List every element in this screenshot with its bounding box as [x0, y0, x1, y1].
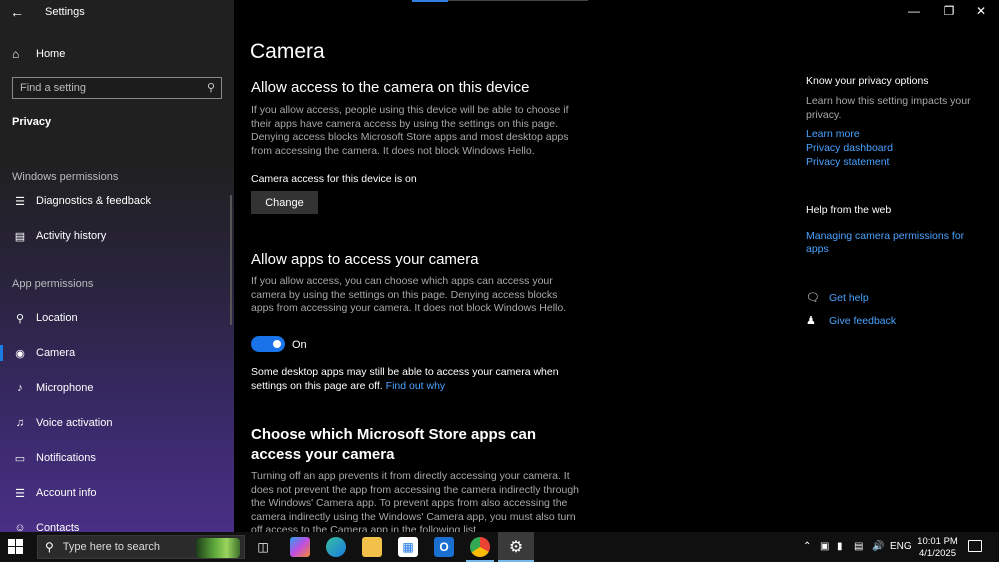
- privacy-options-text: Learn how this setting impacts your priv…: [806, 95, 971, 121]
- activity-icon: ▤: [14, 230, 26, 243]
- sidebar-item-voice-activation[interactable]: ♫ Voice activation: [0, 412, 234, 434]
- desktop-apps-note: Some desktop apps may still be able to a…: [251, 366, 581, 393]
- notifications-icon: ▭: [14, 452, 26, 465]
- sidebar-item-label: Camera: [36, 347, 76, 359]
- sidebar-item-label: Account info: [36, 487, 97, 499]
- change-button[interactable]: Change: [251, 191, 318, 214]
- sidebar-item-label: Notifications: [36, 452, 96, 464]
- apps-access-heading: Allow apps to access your camera: [251, 251, 479, 268]
- privacy-statement-link[interactable]: Privacy statement: [806, 155, 986, 169]
- contacts-icon: ☺: [14, 522, 26, 532]
- give-feedback-label: Give feedback: [829, 314, 897, 327]
- main-content: — ❐ ✕ Camera Allow access to the camera …: [234, 0, 999, 532]
- clock[interactable]: 10:01 PM 4/1/2025: [910, 536, 965, 560]
- feedback-icon: ♟: [806, 315, 816, 327]
- sidebar-item-label: Contacts: [36, 522, 80, 532]
- sidebar-item-label: Voice activation: [36, 417, 113, 429]
- sidebar-item-account-info[interactable]: ☰ Account info: [0, 482, 234, 504]
- learn-more-link[interactable]: Learn more: [806, 127, 986, 141]
- network-icon[interactable]: ▤: [854, 541, 863, 552]
- find-out-why-link[interactable]: Find out why: [386, 380, 446, 392]
- task-view-icon[interactable]: ◫: [253, 537, 273, 557]
- copilot-icon[interactable]: [290, 537, 310, 557]
- restore-icon[interactable]: ❐: [939, 4, 959, 18]
- top-progress-indicator: [412, 0, 448, 2]
- sidebar-scrollbar[interactable]: [230, 195, 232, 325]
- settings-search-input[interactable]: [13, 78, 199, 98]
- notification-center-icon[interactable]: [968, 540, 982, 552]
- home-label: Home: [36, 48, 66, 60]
- windows-permissions-label: Windows permissions: [12, 171, 119, 183]
- help-panel: Help from the web Managing camera permis…: [806, 204, 986, 256]
- camera-permissions-help-link[interactable]: Managing camera permissions for apps: [806, 230, 986, 256]
- taskbar: ⚲ Type here to search ◫ ▦ O ⚙ ⌃ ▣ ▮ ▤ 🔊 …: [0, 532, 999, 562]
- store-apps-description: Turning off an app prevents it from dire…: [251, 470, 580, 532]
- settings-gear-icon[interactable]: ⚙: [506, 537, 526, 557]
- volume-icon[interactable]: 🔊: [872, 541, 884, 552]
- privacy-dashboard-link[interactable]: Privacy dashboard: [806, 141, 986, 155]
- home-nav-item[interactable]: ⌂ Home: [12, 46, 65, 62]
- outlook-icon[interactable]: O: [434, 537, 454, 557]
- get-help-link[interactable]: 🗨 Get help: [806, 291, 869, 305]
- sidebar-item-label: Microphone: [36, 382, 94, 394]
- app-title: Settings: [45, 6, 85, 18]
- taskbar-search-box[interactable]: ⚲ Type here to search: [37, 535, 245, 559]
- sidebar-item-label: Diagnostics & feedback: [36, 195, 151, 207]
- device-access-status: Camera access for this device is on: [251, 173, 417, 185]
- settings-search-box[interactable]: ⚲: [12, 77, 222, 99]
- titlebar-left: ← Settings: [0, 0, 234, 26]
- microsoft-store-icon[interactable]: ▦: [398, 537, 418, 557]
- microphone-icon: ♪: [17, 382, 23, 394]
- chrome-icon[interactable]: [470, 537, 490, 557]
- chevron-up-icon[interactable]: ⌃: [803, 541, 811, 552]
- sidebar-item-label: Activity history: [36, 230, 107, 242]
- windows-start-icon[interactable]: [8, 539, 24, 555]
- chat-help-icon: 🗨: [806, 292, 820, 304]
- sidebar-item-diagnostics[interactable]: ☰ Diagnostics & feedback: [0, 190, 234, 212]
- camera-icon: ◉: [15, 347, 25, 360]
- privacy-options-heading: Know your privacy options: [806, 75, 929, 87]
- give-feedback-link[interactable]: ♟ Give feedback: [806, 314, 897, 328]
- file-explorer-icon[interactable]: [362, 537, 382, 557]
- taskbar-search-placeholder: Type here to search: [62, 541, 161, 553]
- edge-icon[interactable]: [326, 537, 346, 557]
- language-indicator[interactable]: ENG: [890, 541, 912, 552]
- search-icon: ⚲: [45, 540, 54, 554]
- sidebar-item-notifications[interactable]: ▭ Notifications: [0, 447, 234, 469]
- sidebar-item-label: Location: [36, 312, 78, 324]
- search-icon[interactable]: ⚲: [207, 81, 215, 94]
- apps-access-description: If you allow access, you can choose whic…: [251, 275, 567, 314]
- help-heading: Help from the web: [806, 204, 892, 216]
- home-icon: ⌂: [12, 47, 20, 61]
- get-help-label: Get help: [829, 291, 869, 304]
- sidebar-item-camera[interactable]: ◉ Camera: [0, 342, 234, 364]
- device-access-description: If you allow access, people using this d…: [251, 104, 569, 157]
- sidebar-item-location[interactable]: ⚲ Location: [0, 307, 234, 329]
- meet-now-icon[interactable]: ▣: [820, 541, 829, 552]
- sidebar-item-activity-history[interactable]: ▤ Activity history: [0, 225, 234, 247]
- app-permissions-label: App permissions: [12, 278, 94, 290]
- voice-icon: ♫: [15, 417, 25, 429]
- account-icon: ☰: [15, 487, 25, 500]
- sidebar-item-contacts[interactable]: ☺ Contacts: [0, 517, 234, 532]
- sidebar-item-microphone[interactable]: ♪ Microphone: [0, 377, 234, 399]
- back-arrow-icon[interactable]: ←: [10, 4, 26, 20]
- battery-icon[interactable]: ▮: [837, 541, 843, 552]
- clock-date: 4/1/2025: [919, 548, 956, 559]
- sidebar: ← Settings ⌂ Home ⚲ Privacy Windows perm…: [0, 0, 234, 532]
- camera-access-toggle[interactable]: [251, 336, 285, 352]
- device-access-heading: Allow access to the camera on this devic…: [251, 79, 530, 96]
- page-title: Camera: [250, 40, 325, 63]
- minimize-icon[interactable]: —: [904, 4, 924, 18]
- search-highlight-image: [196, 538, 240, 558]
- top-progress-track: [448, 0, 588, 1]
- diagnostics-icon: ☰: [15, 195, 25, 208]
- clock-time: 10:01 PM: [917, 536, 958, 547]
- privacy-options-panel: Know your privacy options Learn how this…: [806, 75, 986, 169]
- close-icon[interactable]: ✕: [971, 4, 991, 18]
- location-icon: ⚲: [15, 312, 25, 325]
- section-title: Privacy: [12, 116, 52, 128]
- toggle-state-label: On: [292, 339, 307, 351]
- store-apps-heading: Choose which Microsoft Store apps can ac…: [251, 426, 537, 463]
